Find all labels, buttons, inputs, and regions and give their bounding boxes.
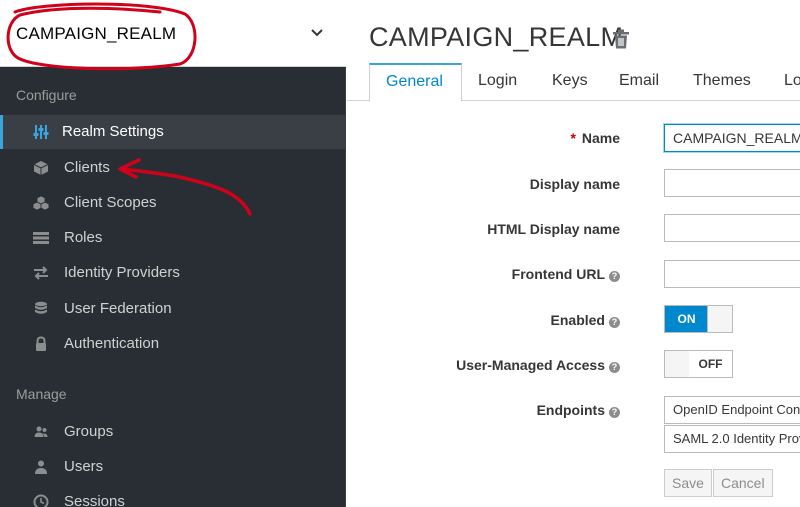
tab-email[interactable]: Email <box>619 72 659 90</box>
sidebar-item-client-scopes[interactable]: Client Scopes <box>0 186 346 220</box>
openid-endpoint-link[interactable]: OpenID Endpoint Configuration <box>664 396 800 424</box>
help-icon[interactable]: ? <box>609 317 620 328</box>
required-marker: * <box>570 130 576 146</box>
toggle-off-label: OFF <box>689 351 732 377</box>
frontend-url-label: Frontend URL? <box>512 266 620 282</box>
sidebar-item-label: Clients <box>64 159 110 176</box>
tab-login[interactable]: Login <box>478 72 517 90</box>
sidebar: CAMPAIGN_REALM Configure Realm Settings … <box>0 0 346 507</box>
configure-section-label: Configure <box>16 87 77 103</box>
cube-icon <box>33 161 49 175</box>
enabled-toggle[interactable]: ON <box>664 305 733 333</box>
help-icon[interactable]: ? <box>609 362 620 373</box>
name-label: * Name <box>571 130 620 146</box>
sidebar-item-label: Realm Settings <box>62 123 164 140</box>
tab-localization[interactable]: Lo <box>784 72 800 90</box>
sidebar-item-label: Identity Providers <box>64 264 180 281</box>
sidebar-item-realm-settings[interactable]: Realm Settings <box>0 115 346 149</box>
tab-keys[interactable]: Keys <box>552 72 588 90</box>
sidebar-item-identity-providers[interactable]: Identity Providers <box>0 256 346 290</box>
sidebar-item-groups[interactable]: Groups <box>0 415 346 449</box>
tab-bar: General Login Keys Email Themes Lo <box>347 62 800 102</box>
help-icon[interactable]: ? <box>609 271 620 282</box>
sidebar-item-label: Groups <box>64 423 114 440</box>
toggle-knob <box>707 306 732 332</box>
realm-selector[interactable]: CAMPAIGN_REALM <box>0 0 346 67</box>
page-title: CAMPAIGN_REALM <box>369 22 624 52</box>
tab-general[interactable]: General <box>369 63 462 102</box>
toggle-knob <box>665 351 690 377</box>
saml-endpoint-link[interactable]: SAML 2.0 Identity Provider Metadata <box>664 425 800 453</box>
endpoints-label: Endpoints? <box>537 402 620 418</box>
tab-themes[interactable]: Themes <box>693 72 751 90</box>
sidebar-item-sessions[interactable]: Sessions <box>0 485 346 507</box>
name-label-text: Name <box>581 130 620 146</box>
sliders-icon <box>33 125 49 139</box>
sidebar-item-users[interactable]: Users <box>0 450 346 484</box>
realm-name: CAMPAIGN_REALM <box>16 24 177 43</box>
user-managed-access-toggle[interactable]: OFF <box>664 350 733 378</box>
sidebar-item-label: Client Scopes <box>64 194 157 211</box>
user-icon <box>35 460 47 474</box>
list-icon <box>33 232 49 244</box>
html-display-name-label: HTML Display name <box>487 221 620 237</box>
sidebar-item-label: Sessions <box>64 493 125 507</box>
sidebar-item-label: Users <box>64 458 104 475</box>
sidebar-item-label: User Federation <box>64 300 172 317</box>
sidebar-item-label: Roles <box>64 229 103 246</box>
frontend-url-input[interactable] <box>664 260 800 288</box>
database-icon <box>35 301 47 314</box>
cancel-button[interactable]: Cancel <box>713 469 773 497</box>
sidebar-item-clients[interactable]: Clients <box>0 151 346 185</box>
clock-icon <box>33 494 49 507</box>
sidebar-item-label: Authentication <box>64 335 160 352</box>
exchange-icon <box>34 266 48 280</box>
sidebar-item-roles[interactable]: Roles <box>0 221 346 255</box>
chevron-down-icon <box>311 29 323 37</box>
help-icon[interactable]: ? <box>609 407 620 418</box>
display-name-input[interactable] <box>664 169 800 197</box>
user-managed-access-label: User-Managed Access? <box>456 357 620 373</box>
trash-icon[interactable] <box>612 29 630 49</box>
lock-icon <box>36 336 46 351</box>
save-button[interactable]: Save <box>664 469 712 497</box>
main-content: CAMPAIGN_REALM General Login Keys Email … <box>347 0 800 507</box>
toggle-on-label: ON <box>665 306 708 332</box>
sidebar-item-authentication[interactable]: Authentication <box>0 327 346 361</box>
users-icon <box>34 426 48 437</box>
enabled-label: Enabled? <box>551 312 620 328</box>
display-name-label: Display name <box>529 176 620 192</box>
manage-section-label: Manage <box>16 386 67 402</box>
frontend-url-label-text: Frontend URL <box>511 266 605 282</box>
sidebar-item-user-federation[interactable]: User Federation <box>0 292 346 326</box>
enabled-label-text: Enabled <box>550 312 605 328</box>
user-managed-label-text: User-Managed Access <box>456 357 605 373</box>
endpoints-label-text: Endpoints <box>536 402 605 418</box>
name-input[interactable]: CAMPAIGN_REALM <box>664 124 800 152</box>
cubes-icon <box>33 196 49 210</box>
html-display-name-input[interactable] <box>664 214 800 242</box>
